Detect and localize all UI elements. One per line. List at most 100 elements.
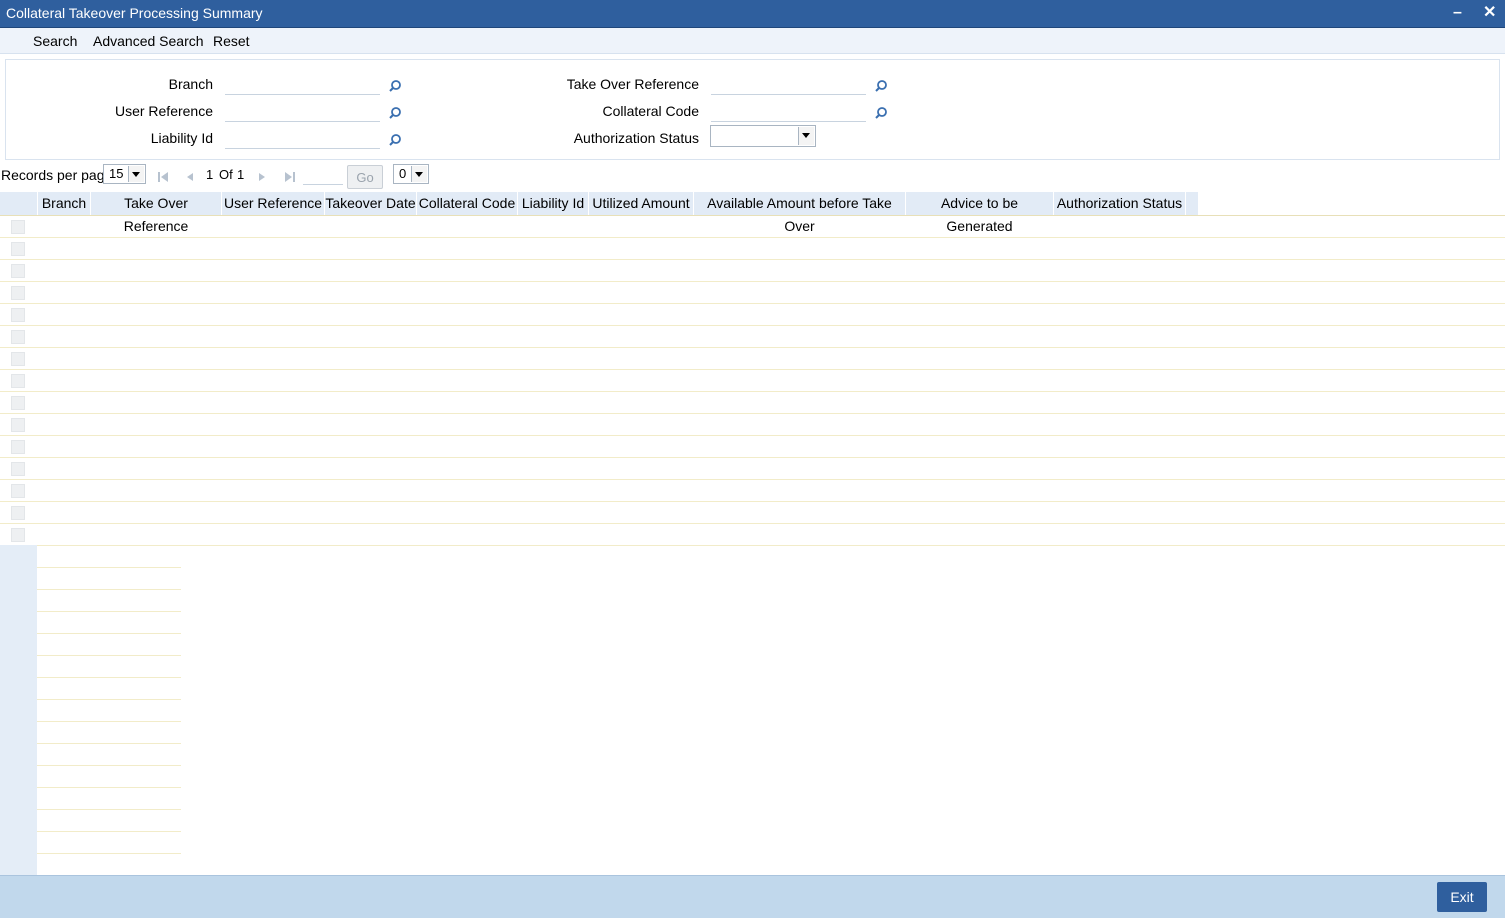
table-row[interactable]	[0, 458, 1505, 480]
table-row[interactable]	[0, 414, 1505, 436]
last-page-icon[interactable]	[284, 171, 296, 183]
user-reference-input[interactable]	[225, 103, 380, 122]
search-criteria-panel: Branch User Reference Liability Id Take …	[5, 59, 1500, 160]
collateral-code-label: Collateral Code	[602, 103, 700, 119]
table-row[interactable]	[0, 348, 1505, 370]
records-per-page-label: Records per page	[1, 167, 113, 183]
column-header-authorization-status[interactable]: Authorization Status	[1054, 192, 1186, 215]
chevron-down-icon	[128, 166, 144, 182]
grid-header: Branch Take Over Reference User Referenc…	[0, 192, 1505, 234]
extra-select[interactable]: 0	[393, 164, 429, 184]
user-reference-search-icon[interactable]	[388, 106, 402, 120]
window-title: Collateral Takeover Processing Summary	[6, 5, 263, 21]
table-row[interactable]	[0, 392, 1505, 414]
column-header-available-amount-before-take-over[interactable]: Available Amount before Take Over	[694, 192, 906, 234]
row-checkbox[interactable]	[11, 286, 25, 300]
goto-page-input[interactable]	[303, 166, 343, 185]
grid-line	[37, 721, 181, 722]
row-checkbox[interactable]	[11, 396, 25, 410]
column-header-user-reference[interactable]: User Reference	[222, 192, 325, 215]
table-row[interactable]	[0, 502, 1505, 524]
go-button[interactable]: Go	[347, 165, 383, 189]
grid-line	[37, 655, 181, 656]
row-checkbox[interactable]	[11, 308, 25, 322]
grid-line	[37, 809, 181, 810]
close-icon[interactable]: ✕	[1483, 4, 1496, 22]
column-header-spacer	[1186, 192, 1199, 215]
collateral-code-input[interactable]	[711, 103, 866, 122]
extra-select-value: 0	[399, 166, 407, 181]
grid-line	[37, 787, 181, 788]
minimize-icon[interactable]: –	[1453, 4, 1462, 22]
records-per-page-select[interactable]: 15	[103, 164, 146, 184]
row-checkbox[interactable]	[11, 352, 25, 366]
row-checkbox[interactable]	[11, 484, 25, 498]
column-header-utilized-amount[interactable]: Utilized Amount	[589, 192, 694, 215]
title-bar: Collateral Takeover Processing Summary –…	[0, 0, 1505, 28]
column-header-take-over-reference[interactable]: Take Over Reference	[91, 192, 222, 234]
branch-input[interactable]	[225, 76, 380, 95]
select-all-header[interactable]	[0, 192, 38, 215]
row-checkbox[interactable]	[11, 374, 25, 388]
grid-line	[37, 853, 181, 854]
current-page: 1	[206, 167, 214, 182]
table-row[interactable]	[0, 216, 1505, 238]
authorization-status-select[interactable]	[710, 125, 816, 147]
table-row[interactable]	[0, 436, 1505, 458]
column-header-takeover-date[interactable]: Takeover Date	[325, 192, 417, 215]
grid-line	[37, 545, 181, 546]
row-checkbox[interactable]	[11, 418, 25, 432]
column-header-branch[interactable]: Branch	[38, 192, 91, 215]
table-row[interactable]	[0, 370, 1505, 392]
chevron-down-icon	[798, 127, 814, 145]
row-checkbox[interactable]	[11, 440, 25, 454]
table-row[interactable]	[0, 282, 1505, 304]
of-label: Of	[219, 167, 233, 182]
row-checkbox[interactable]	[11, 330, 25, 344]
grid-line	[37, 677, 181, 678]
total-pages: 1	[237, 167, 245, 182]
records-per-page-value: 15	[109, 166, 124, 181]
chevron-down-icon	[411, 166, 427, 182]
branch-search-icon[interactable]	[388, 79, 402, 93]
grid-line	[37, 699, 181, 700]
authorization-status-label: Authorization Status	[573, 130, 699, 146]
row-checkbox[interactable]	[11, 462, 25, 476]
take-over-reference-input[interactable]	[711, 76, 866, 95]
table-row[interactable]	[0, 480, 1505, 502]
take-over-reference-search-icon[interactable]	[874, 79, 888, 93]
column-header-liability-id[interactable]: Liability Id	[518, 192, 589, 215]
grid-line	[37, 743, 181, 744]
search-button[interactable]: Search	[33, 33, 77, 49]
grid-line	[37, 611, 181, 612]
table-row[interactable]	[0, 524, 1505, 546]
column-header-advice-to-be-generated[interactable]: Advice to be Generated	[906, 192, 1054, 234]
take-over-reference-label: Take Over Reference	[566, 76, 699, 92]
grid-row-selector-track	[0, 545, 37, 875]
row-checkbox[interactable]	[11, 264, 25, 278]
table-row[interactable]	[0, 238, 1505, 260]
advanced-search-button[interactable]: Advanced Search	[93, 33, 204, 49]
row-checkbox[interactable]	[11, 528, 25, 542]
row-checkbox[interactable]	[11, 506, 25, 520]
footer-bar: Exit	[0, 875, 1505, 918]
previous-page-icon[interactable]	[184, 171, 196, 183]
collateral-code-search-icon[interactable]	[874, 106, 888, 120]
grid-line	[37, 589, 181, 590]
branch-label: Branch	[168, 76, 213, 92]
row-checkbox[interactable]	[11, 220, 25, 234]
liability-id-input[interactable]	[225, 130, 380, 149]
table-row[interactable]	[0, 304, 1505, 326]
reset-button[interactable]: Reset	[213, 33, 250, 49]
pager: Records per page 15 1 Of 1 0	[0, 163, 1505, 191]
grid-line	[37, 567, 181, 568]
table-row[interactable]	[0, 326, 1505, 348]
next-page-icon[interactable]	[256, 171, 268, 183]
first-page-icon[interactable]	[157, 171, 169, 183]
row-checkbox[interactable]	[11, 242, 25, 256]
liability-id-search-icon[interactable]	[388, 133, 402, 147]
column-header-collateral-code[interactable]: Collateral Code	[417, 192, 518, 215]
table-row[interactable]	[0, 260, 1505, 282]
exit-button[interactable]: Exit	[1437, 882, 1487, 912]
grid-line	[37, 831, 181, 832]
